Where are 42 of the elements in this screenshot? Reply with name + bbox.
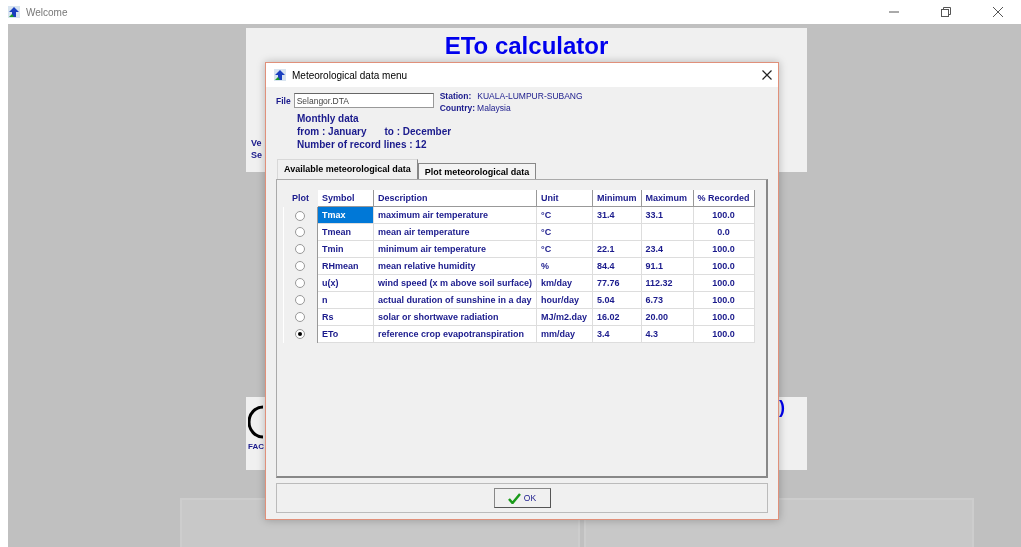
radio-button[interactable] [295,244,306,255]
from-text: from : January [297,126,367,137]
column-header: Description [373,190,537,207]
radio-button[interactable] [295,278,306,289]
ok-button[interactable]: OK [493,488,551,508]
country-value: Malaysia [477,103,511,113]
radio-button[interactable] [295,312,306,323]
close-icon[interactable] [993,7,1003,17]
checkmark-icon [507,492,521,504]
column-header: Symbol [317,190,374,207]
data-type-text: Monthly data [297,113,360,124]
station-label: Station: [439,91,472,101]
column-header: Unit [536,190,593,207]
logo-caption: FAC [248,442,264,451]
column-header: Minimum [592,190,642,207]
logo-icon [248,405,263,439]
radio-button[interactable] [295,210,306,221]
restore-icon[interactable] [941,7,951,17]
title-fragment: ) [779,397,785,419]
label-text: Ve [251,138,263,148]
radio-button[interactable] [295,329,306,340]
label-text: Se [251,150,263,160]
record-count-text: Number of record lines : 12 [297,139,428,150]
radio-button[interactable] [295,295,306,306]
window-title: Welcome [26,6,69,18]
app-title: ETo calculator [444,32,609,60]
close-icon[interactable] [762,70,772,80]
station-value: KUALA-LUMPUR-SUBANG [477,91,583,101]
arrow-icon [8,6,20,18]
country-label: Country: [439,103,476,113]
column-header: Plot [283,190,318,207]
arrow-icon [274,69,286,81]
file-label: File [276,95,291,106]
column-header: Maximum [641,190,694,207]
file-field[interactable]: Selangor.DTA [293,93,434,108]
radio-button[interactable] [295,227,306,238]
tab[interactable]: Plot meteorological data [417,163,537,179]
dialog-title: Meteorological data menu [292,69,409,81]
radio-button[interactable] [295,261,306,272]
column-header: % Recorded [693,190,755,207]
tab[interactable]: Available meteorological data [277,159,418,179]
to-text: to : December [384,126,452,137]
